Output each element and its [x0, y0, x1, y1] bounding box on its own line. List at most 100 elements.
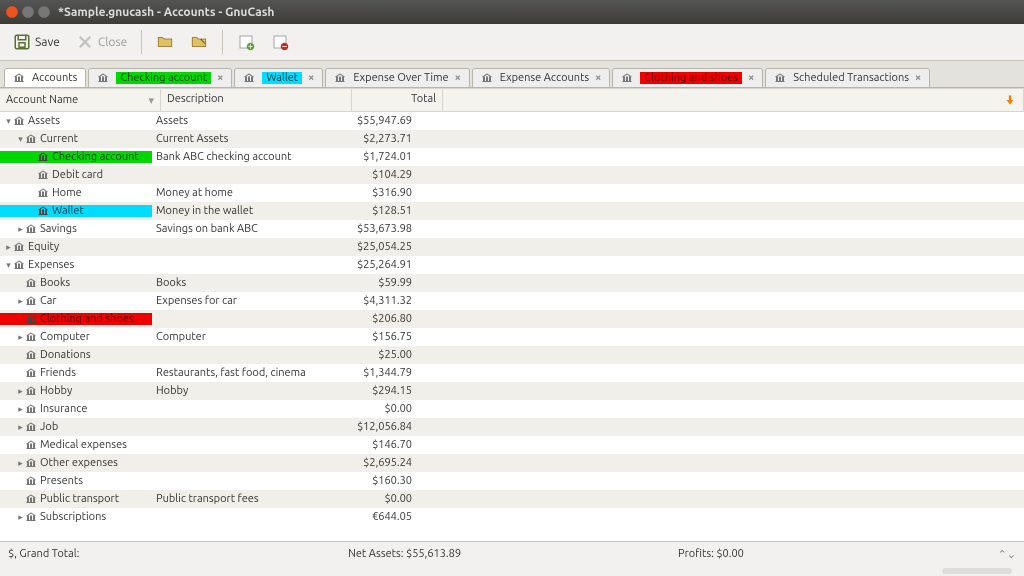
account-name-text: Savings [40, 223, 77, 235]
sort-indicator-icon: ▾ [148, 94, 154, 107]
tab-label: Wallet [262, 72, 302, 84]
account-row[interactable]: HomeMoney at home$316.90 [0, 184, 1024, 202]
tab-close-icon[interactable]: × [746, 72, 754, 84]
tree-twist-icon[interactable]: ▸ [4, 242, 13, 253]
tree-twist-icon[interactable]: ▸ [16, 512, 25, 523]
account-row[interactable]: BooksBooks$59.99 [0, 274, 1024, 292]
tree-twist-icon[interactable]: ▸ [16, 404, 25, 415]
account-row[interactable]: ▸HobbyHobby$294.15 [0, 382, 1024, 400]
account-row[interactable]: WalletMoney in the wallet$128.51 [0, 202, 1024, 220]
floppy-icon [13, 33, 31, 51]
tab-clothing-and-shoes[interactable]: Clothing and shoes× [612, 68, 763, 87]
bank-icon [25, 457, 37, 469]
account-name-text: Books [40, 277, 70, 289]
bank-icon [25, 331, 37, 343]
tab-close-icon[interactable]: × [306, 72, 314, 84]
tree-twist-icon[interactable]: ▸ [16, 386, 25, 397]
tab-label: Checking account [116, 72, 211, 84]
account-row[interactable]: ▾CurrentCurrent Assets$2,273.71 [0, 130, 1024, 148]
account-row[interactable]: Checking accountBank ABC checking accoun… [0, 148, 1024, 166]
status-profits: Profits: $0.00 [678, 548, 998, 560]
ledger-delete-icon [271, 33, 289, 51]
account-row[interactable]: ▸ComputerComputer$156.75 [0, 328, 1024, 346]
tab-accounts[interactable]: Accounts [4, 68, 86, 87]
account-row[interactable]: Clothing and shoes$206.80 [0, 310, 1024, 328]
cell-account-name: Donations [0, 349, 152, 361]
account-row[interactable]: ▸Other expenses$2,695.24 [0, 454, 1024, 472]
account-row[interactable]: ▾AssetsAssets$55,947.69 [0, 112, 1024, 130]
tree-twist-icon[interactable]: ▾ [4, 116, 13, 127]
resize-grip-icon[interactable] [942, 568, 1012, 574]
account-row[interactable]: ▸Equity$25,054.25 [0, 238, 1024, 256]
account-row[interactable]: FriendsRestaurants, fast food, cinema$1,… [0, 364, 1024, 382]
window-title: *Sample.gnucash - Accounts - GnuCash [58, 6, 274, 19]
tree-twist-icon[interactable]: ▸ [16, 332, 25, 343]
new-account-button[interactable] [230, 29, 262, 55]
cell-total: $156.75 [334, 331, 418, 343]
save-button[interactable]: Save [6, 29, 67, 55]
cell-description: Public transport fees [152, 493, 334, 505]
cell-description: Expenses for car [152, 295, 334, 307]
tree-twist-icon[interactable]: ▾ [16, 134, 25, 145]
close-button[interactable]: Close [69, 29, 134, 55]
tree-twist-icon[interactable]: ▸ [16, 224, 25, 235]
tab-close-icon[interactable]: × [913, 72, 921, 84]
column-header-total[interactable]: Total [352, 89, 443, 111]
cell-total: $1,344.79 [334, 367, 418, 379]
cell-total: $53,673.98 [334, 223, 418, 235]
cell-account-name: Checking account [0, 151, 152, 163]
tab-wallet[interactable]: Wallet × [234, 68, 323, 87]
tree-twist-icon[interactable]: ▾ [4, 260, 13, 271]
account-row[interactable]: Presents$160.30 [0, 472, 1024, 490]
tab-scheduled-transactions[interactable]: Scheduled Transactions× [765, 68, 930, 87]
account-row[interactable]: ▸Subscriptions€644.05 [0, 508, 1024, 526]
cell-account-name: ▸ Savings [0, 223, 152, 235]
cell-description: Bank ABC checking account [152, 151, 334, 163]
tree-twist-icon[interactable]: ▸ [16, 296, 25, 307]
edit-button[interactable] [183, 29, 215, 55]
tab-close-icon[interactable]: × [215, 72, 223, 84]
tab-close-icon[interactable]: × [593, 72, 601, 84]
toolbar: Save Close [0, 24, 1024, 61]
cell-total: $1,724.01 [334, 151, 418, 163]
open-button[interactable] [149, 29, 181, 55]
account-row[interactable]: Debit card$104.29 [0, 166, 1024, 184]
cell-account-name: ▸ Subscriptions [0, 511, 152, 523]
cell-total: $55,947.69 [334, 115, 418, 127]
cell-account-name: ▸Car [0, 295, 152, 307]
cell-description: Money in the wallet [152, 205, 334, 217]
account-name-text: Subscriptions [40, 511, 106, 523]
cell-total: $12,056.84 [334, 421, 418, 433]
tab-expense-accounts[interactable]: Expense Accounts× [472, 68, 611, 87]
account-name-text: Job [40, 421, 58, 433]
account-row[interactable]: ▸ Job $12,056.84 [0, 418, 1024, 436]
delete-account-button[interactable] [264, 29, 296, 55]
close-icon [76, 33, 94, 51]
account-row[interactable]: Donations$25.00 [0, 346, 1024, 364]
tab-expense-over-time[interactable]: Expense Over Time× [325, 68, 469, 87]
column-header-name[interactable]: Account Name ▾ [0, 89, 161, 111]
edit-icon [190, 33, 208, 51]
cell-total: $206.80 [334, 313, 418, 325]
grid-body[interactable]: ▾AssetsAssets$55,947.69▾CurrentCurrent A… [0, 112, 1024, 541]
tab-checking-account[interactable]: Checking account × [88, 68, 232, 87]
bank-icon [25, 295, 37, 307]
tree-twist-icon[interactable]: ▸ [16, 458, 25, 469]
account-row[interactable]: Public transportPublic transport fees$0.… [0, 490, 1024, 508]
tree-twist-icon[interactable]: ▸ [16, 422, 25, 433]
tab-close-icon[interactable]: × [453, 72, 461, 84]
account-row[interactable]: ▸Insurance$0.00 [0, 400, 1024, 418]
cell-account-name: ▸Insurance [0, 403, 152, 415]
arrow-down-icon[interactable] [1003, 93, 1017, 107]
window-minimize-icon[interactable] [22, 6, 34, 18]
spinner-icon[interactable]: ⌃⌄ [998, 548, 1016, 561]
account-row[interactable]: Medical expenses$146.70 [0, 436, 1024, 454]
window-close-icon[interactable] [6, 6, 18, 18]
account-row[interactable]: ▸CarExpenses for car$4,311.32 [0, 292, 1024, 310]
column-header-description[interactable]: Description [161, 89, 352, 111]
account-row[interactable]: ▾Expenses$25,264.91 [0, 256, 1024, 274]
window-maximize-icon[interactable] [38, 6, 50, 18]
account-row[interactable]: ▸SavingsSavings on bank ABC$53,673.98 [0, 220, 1024, 238]
account-name-text: Hobby [40, 385, 72, 397]
cell-account-name: ▾Current [0, 133, 152, 145]
